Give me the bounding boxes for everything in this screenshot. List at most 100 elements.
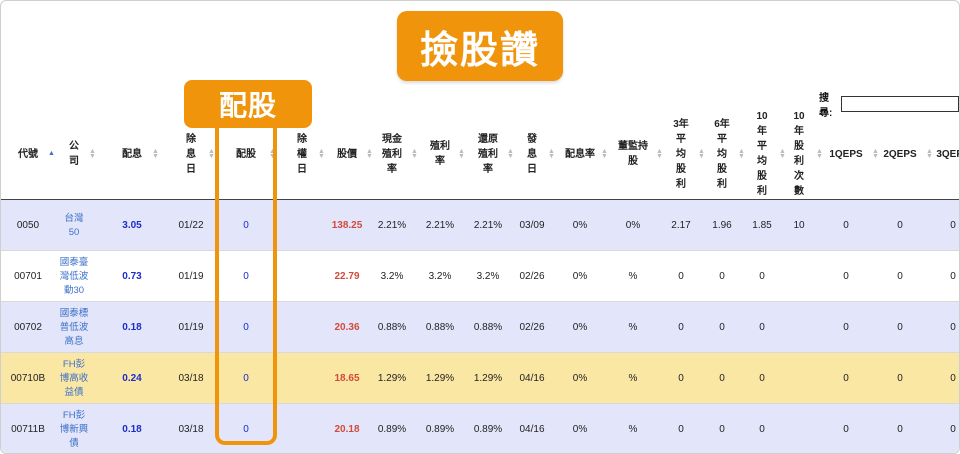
cell-code: 00701 — [14, 270, 42, 282]
cell-code: 0050 — [16, 219, 40, 231]
column-header-price[interactable]: 股價 — [322, 113, 372, 195]
cell-q2eps: 0 — [897, 321, 903, 333]
cell-cash_yield: 0.88% — [377, 321, 407, 333]
sort-icon[interactable]: ▲ ▼ — [548, 148, 555, 160]
cell-restored_yield: 0.89% — [473, 423, 503, 435]
cell-price: 20.18 — [334, 423, 360, 435]
column-header-avg10[interactable]: 10 年 平 均 股 利 — [743, 111, 781, 197]
column-header-pay_date[interactable]: 發 息 日 — [513, 113, 551, 195]
table-row[interactable]: 00702 國泰標 普低波 高息 0.18 01/19 0 20.36 0.88% 0.88%… — [1, 302, 959, 353]
column-header-label: 配息率 — [565, 148, 595, 160]
cell-q1eps: 0 — [843, 423, 849, 435]
column-header-label: 配息 — [122, 148, 142, 160]
cell-price: 22.79 — [334, 270, 360, 282]
column-header-director_holding[interactable]: 董監持 股 — [607, 113, 659, 195]
column-header-label: 殖利 率 — [430, 141, 450, 167]
table-row[interactable]: 00711B FH彭 博新興 債 0.18 03/18 0 20.18 0.89% 0.89%… — [1, 404, 959, 453]
cell-company[interactable]: 台灣 50 — [56, 200, 92, 251]
search-input[interactable] — [841, 96, 959, 112]
cell-company[interactable]: 國泰標 普低波 高息 — [56, 302, 92, 353]
column-header-restored_yield[interactable]: 還原 殖利 率 — [465, 113, 511, 195]
cell-cash_yield: 2.21% — [377, 219, 407, 231]
cell-yield: 1.29% — [425, 372, 455, 384]
column-header-q3eps[interactable]: 3QEPS — [927, 113, 959, 195]
cell-payout_ratio: 0% — [572, 423, 588, 435]
column-header-avg6[interactable]: 6年 平 均 股 利 — [704, 113, 740, 195]
column-header-label: 10 年 平 均 股 利 — [756, 111, 768, 197]
screenshot-frame: 撿股讚 搜尋: 代號 ▲ 公 司 ▲ ▼ 配息 ▲ ▼ 除 息 日 ▲ ▼ 配股 ▲ ▼ 除 權 日 ▲ ▼ 股價… — [0, 0, 960, 454]
table-row[interactable]: 0050 台灣 50 3.05 01/22 0 138.25 2.21% 2.21% 2.21%… — [1, 200, 959, 251]
sort-icon[interactable]: ▲ ▼ — [411, 148, 418, 160]
cell-price: 138.25 — [331, 219, 363, 231]
cell-avg6: 1.96 — [712, 219, 732, 231]
sort-icon[interactable]: ▲ ▼ — [89, 148, 96, 160]
column-header-q2eps[interactable]: 2QEPS — [874, 113, 926, 195]
column-header-label: 還原 殖利 率 — [478, 133, 498, 175]
cell-avg6: 0 — [719, 270, 725, 282]
cell-q1eps: 0 — [843, 270, 849, 282]
column-header-count10[interactable]: 10 年 股 利 次 數 — [782, 111, 816, 197]
cell-dividend: 0.73 — [122, 270, 142, 282]
table-row[interactable]: 00701 國泰臺 灣低波 動30 0.73 01/19 0 22.79 3.2% 3.2% 3… — [1, 251, 959, 302]
cell-avg6: 0 — [719, 321, 725, 333]
cell-count10 — [782, 353, 816, 404]
cell-ex_right_date — [284, 251, 320, 302]
cell-restored_yield: 0.88% — [473, 321, 503, 333]
cell-payout_ratio: 0% — [572, 372, 588, 384]
cell-avg3: 0 — [678, 372, 684, 384]
cell-price: 20.36 — [334, 321, 360, 333]
column-header-label: 除 權 日 — [297, 133, 307, 175]
column-header-label: 3年 平 均 股 利 — [673, 118, 689, 190]
cell-price: 18.65 — [334, 372, 360, 384]
sort-icon[interactable]: ▲ ▼ — [152, 148, 159, 160]
cell-q2eps: 0 — [897, 219, 903, 231]
cell-company[interactable]: 國泰臺 灣低波 動30 — [56, 251, 92, 302]
cell-q3eps: 0 — [950, 372, 956, 384]
column-header-label: 2QEPS — [883, 148, 917, 160]
sort-icon[interactable]: ▲ ▼ — [458, 148, 465, 160]
column-header-company[interactable]: 公 司 — [56, 113, 92, 195]
cell-pay_date: 02/26 — [519, 321, 545, 333]
column-header-label: 3QEPS — [936, 148, 959, 160]
column-header-label: 股價 — [337, 148, 357, 160]
column-header-cash_yield[interactable]: 現金 殖利 率 — [370, 113, 414, 195]
column-header-code[interactable]: 代號 — [4, 113, 52, 195]
cell-company[interactable]: FH彭 博高收 益債 — [56, 353, 92, 404]
cell-avg10: 0 — [759, 321, 765, 333]
cell-q3eps: 0 — [950, 423, 956, 435]
sort-icon[interactable]: ▲ ▼ — [656, 148, 663, 160]
column-header-label: 公 司 — [69, 141, 79, 167]
cell-count10 — [782, 302, 816, 353]
cell-dividend: 0.18 — [122, 321, 142, 333]
column-header-label: 現金 殖利 率 — [382, 133, 402, 175]
column-header-avg3[interactable]: 3年 平 均 股 利 — [663, 113, 699, 195]
cell-cash_yield: 3.2% — [380, 270, 404, 282]
cell-avg6: 0 — [719, 372, 725, 384]
cell-payout_ratio: 0% — [572, 321, 588, 333]
cell-code: 00702 — [14, 321, 42, 333]
cell-yield: 0.89% — [425, 423, 455, 435]
column-header-payout_ratio[interactable]: 配息率 — [556, 113, 604, 195]
cell-ex_right_date — [284, 353, 320, 404]
table-row[interactable]: 00710B FH彭 博高收 益債 0.24 03/18 0 18.65 1.29% 1.29… — [1, 353, 959, 404]
column-header-label: 除 息 日 — [186, 133, 196, 175]
cell-pay_date: 04/16 — [519, 423, 545, 435]
cell-q2eps: 0 — [897, 372, 903, 384]
cell-avg6: 0 — [719, 423, 725, 435]
column-header-label: 代號 — [18, 148, 38, 160]
cell-pay_date: 04/16 — [519, 372, 545, 384]
column-header-dividend[interactable]: 配息 — [110, 113, 154, 195]
cell-company[interactable]: FH彭 博新興 債 — [56, 404, 92, 453]
sort-icon[interactable]: ▲ ▼ — [208, 148, 215, 160]
column-header-yield[interactable]: 殖利 率 — [418, 113, 462, 195]
cell-restored_yield: 2.21% — [473, 219, 503, 231]
sort-ascending-icon[interactable]: ▲ — [48, 150, 55, 157]
stock-dividend-column-highlight — [215, 127, 277, 445]
cell-pay_date: 02/26 — [519, 270, 545, 282]
cell-count10 — [782, 404, 816, 453]
column-header-q1eps[interactable]: 1QEPS — [820, 113, 872, 195]
cell-ex_right_date — [284, 302, 320, 353]
cell-avg10: 0 — [759, 423, 765, 435]
cell-q1eps: 0 — [843, 372, 849, 384]
site-title-banner: 撿股讚 — [397, 11, 563, 81]
